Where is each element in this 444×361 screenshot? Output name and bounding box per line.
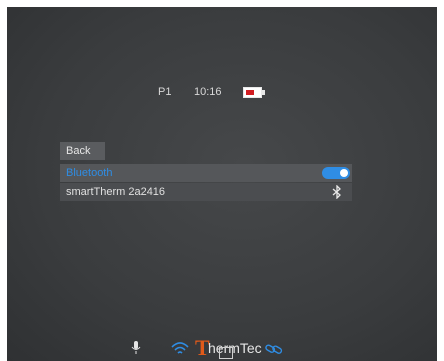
microphone-icon (131, 341, 141, 354)
device-row[interactable]: smartTherm 2a2416 (60, 183, 352, 201)
bluetooth-label: Bluetooth (66, 167, 113, 179)
bluetooth-toggle[interactable] (322, 167, 350, 179)
link-icon (265, 344, 283, 354)
battery-low-icon (243, 87, 267, 98)
bottom-bar: ThermTec (7, 335, 437, 361)
bluetooth-icon (332, 185, 341, 199)
preset-label: P1 (158, 86, 172, 98)
back-button[interactable]: Back (60, 142, 105, 160)
clock: 10:16 (194, 86, 222, 98)
record-icon (219, 347, 233, 359)
status-bar: P1 10:16 (7, 86, 437, 102)
device-screen: P1 10:16 Back Bluetooth smartTherm 2a241… (7, 7, 437, 361)
device-name: smartTherm 2a2416 (66, 186, 166, 198)
bluetooth-row[interactable]: Bluetooth (60, 164, 352, 182)
wifi-icon (171, 342, 189, 354)
